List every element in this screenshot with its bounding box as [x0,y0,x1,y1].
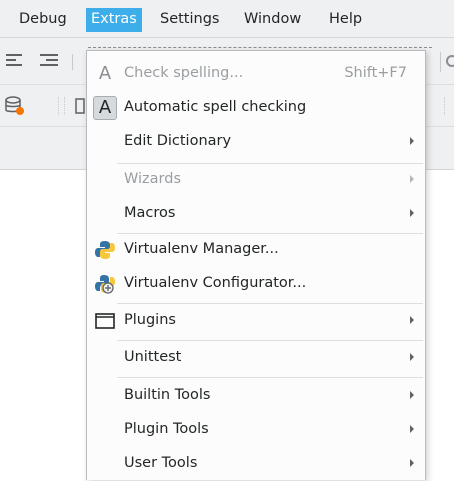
toolbar-handle[interactable] [64,97,65,115]
submenu-arrow-icon [410,316,414,324]
submenu-arrow-icon [410,459,414,467]
menu-extras[interactable]: Extras [86,8,142,32]
tearoff-line [88,47,432,48]
menu-item-check-spelling[interactable]: A Check spelling... Shift+F7 [87,57,425,91]
python-icon [95,241,115,259]
submenu-arrow-icon [410,137,414,145]
menu-item-macros[interactable]: Macros [87,197,425,231]
menu-item-plugins[interactable]: Plugins [87,304,425,338]
shortcut-label: Shift+F7 [344,65,407,81]
menu-window[interactable]: Window [239,8,306,32]
menu-debug[interactable]: Debug [14,8,72,32]
menu-item-builtin-tools[interactable]: Builtin Tools [87,379,425,413]
menu-item-unittest[interactable]: Unittest [87,341,425,375]
toolbar-separator [72,54,73,70]
toolbar-handle[interactable] [444,97,445,115]
menu-item-label: Macros [124,205,176,221]
align-left-icon[interactable] [4,52,24,70]
menu-item-label: User Tools [124,455,198,471]
spellcheck-checked-icon: A [93,96,117,120]
menu-item-label: Builtin Tools [124,387,211,403]
menu-item-wizards[interactable]: Wizards [87,163,425,197]
menu-item-user-tools[interactable]: User Tools [87,447,425,481]
menu-item-virtualenv-configurator[interactable]: Virtualenv Configurator... [87,267,425,301]
menu-item-label: Wizards [124,171,182,187]
menu-item-label: Check spelling... [124,65,244,81]
menu-item-automatic-spell-checking[interactable]: A Automatic spell checking [87,91,425,125]
menu-item-label: Edit Dictionary [124,133,232,149]
plugins-window-icon [95,313,115,329]
submenu-arrow-icon [410,391,414,399]
menu-item-label: Plugins [124,312,176,328]
toolbar-handle[interactable] [58,97,59,115]
submenu-arrow-icon [410,353,414,361]
menu-item-label: Virtualenv Manager... [124,241,279,257]
database-icon[interactable] [4,95,26,117]
spellcheck-icon: A [98,63,112,84]
menu-item-label: Virtualenv Configurator... [124,275,307,291]
submenu-arrow-icon [410,175,414,183]
menu-separator [117,377,423,378]
menu-settings[interactable]: Settings [155,8,224,32]
menu-item-label: Unittest [124,349,182,365]
extras-menu: A Check spelling... Shift+F7 A Automatic… [86,50,426,480]
menubar: Debug Extras Settings Window Help [0,0,454,38]
menu-item-edit-dictionary[interactable]: Edit Dictionary [87,125,425,159]
settings-icon[interactable] [444,52,454,70]
submenu-arrow-icon [410,425,414,433]
toolbar-separator [440,52,441,72]
submenu-arrow-icon [410,209,414,217]
menu-item-label: Plugin Tools [124,421,209,437]
menu-help[interactable]: Help [324,8,367,32]
menu-item-label: Automatic spell checking [124,99,307,115]
align-right-icon[interactable] [38,52,60,70]
menu-item-plugin-tools[interactable]: Plugin Tools [87,413,425,447]
python-config-icon [95,275,115,294]
toolbar-icon[interactable] [74,97,86,115]
menu-item-virtualenv-manager[interactable]: Virtualenv Manager... [87,233,425,267]
